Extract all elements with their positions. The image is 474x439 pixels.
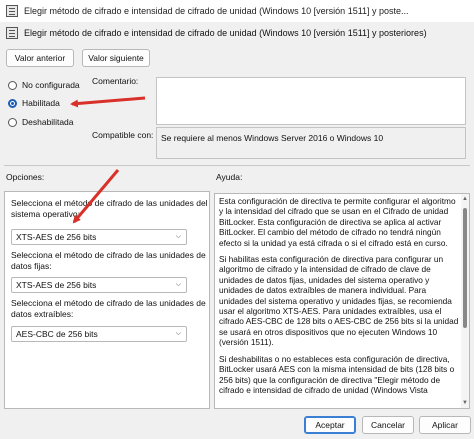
- select-value: XTS-AES de 256 bits: [16, 232, 97, 242]
- radio-circle[interactable]: [8, 80, 17, 90]
- help-text: Esta configuración de directiva te permi…: [219, 196, 459, 401]
- policy-settings-icon: [6, 5, 18, 17]
- option-label-os-drive: Selecciona el método de cifrado de las u…: [11, 198, 208, 219]
- chevron-down-icon: ⌵: [175, 330, 181, 337]
- help-title: Ayuda:: [216, 172, 243, 182]
- help-paragraph: Esta configuración de directiva te permi…: [219, 196, 456, 248]
- scroll-thumb[interactable]: [463, 208, 467, 328]
- select-os-drive-method[interactable]: XTS-AES de 256 bits ⌵: [11, 229, 187, 245]
- option-label-fixed-drive: Selecciona el método de cifrado de las u…: [11, 250, 206, 271]
- radio-circle-checked[interactable]: [8, 98, 17, 108]
- accept-button[interactable]: Aceptar: [304, 416, 356, 434]
- help-pane[interactable]: Esta configuración de directiva te permi…: [214, 193, 470, 409]
- help-paragraph: Si deshabilitas o no estableces esta con…: [219, 353, 455, 395]
- chevron-down-icon: ⌵: [175, 281, 181, 288]
- select-value: XTS-AES de 256 bits: [16, 280, 97, 290]
- divider: [4, 165, 470, 166]
- supported-on-value: Se requiere al menos Windows Server 2016…: [156, 127, 466, 159]
- select-value: AES-CBC de 256 bits: [16, 329, 98, 339]
- title-bar: Elegir método de cifrado e intensidad de…: [0, 0, 474, 22]
- radio-circle[interactable]: [8, 117, 17, 127]
- help-scrollbar[interactable]: ▲ ▼: [461, 194, 469, 408]
- option-label-removable-drive: Selecciona el método de cifrado de las u…: [11, 298, 206, 319]
- scroll-up-icon[interactable]: ▲: [462, 196, 468, 202]
- previous-setting-button[interactable]: Valor anterior: [6, 49, 74, 67]
- window-title: Elegir método de cifrado e intensidad de…: [24, 6, 409, 16]
- radio-not-configured[interactable]: No configurada: [8, 80, 80, 90]
- radio-label: Habilitada: [22, 98, 60, 108]
- options-pane: Selecciona el método de cifrado de las u…: [4, 191, 210, 409]
- radio-enabled[interactable]: Habilitada: [8, 98, 60, 108]
- supported-on-label: Compatible con:: [92, 130, 154, 140]
- policy-heading-text: Elegir método de cifrado e intensidad de…: [24, 28, 427, 38]
- policy-heading: Elegir método de cifrado e intensidad de…: [0, 22, 474, 44]
- radio-disabled[interactable]: Deshabilitada: [8, 117, 74, 127]
- radio-label: Deshabilitada: [22, 117, 74, 127]
- comment-label: Comentario:: [92, 76, 139, 86]
- apply-button[interactable]: Aplicar: [419, 416, 471, 434]
- chevron-down-icon: ⌵: [175, 233, 181, 240]
- arrow-to-enabled: [70, 96, 146, 108]
- help-paragraph: Si habilitas esta configuración de direc…: [219, 254, 459, 348]
- options-title: Opciones:: [6, 172, 45, 182]
- comment-textarea[interactable]: [156, 77, 466, 125]
- scroll-down-icon[interactable]: ▼: [462, 400, 468, 406]
- next-setting-button[interactable]: Valor siguiente: [82, 49, 150, 67]
- select-removable-drive-method[interactable]: AES-CBC de 256 bits ⌵: [11, 326, 187, 342]
- cancel-button[interactable]: Cancelar: [362, 416, 414, 434]
- select-fixed-drive-method[interactable]: XTS-AES de 256 bits ⌵: [11, 277, 187, 293]
- radio-label: No configurada: [22, 80, 80, 90]
- policy-settings-icon: [6, 27, 18, 39]
